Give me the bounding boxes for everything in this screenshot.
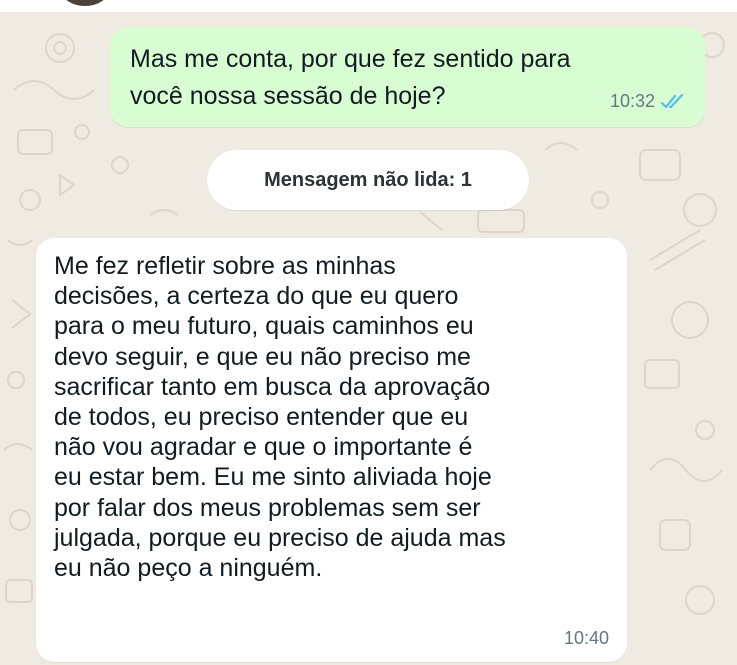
- message-meta: 10:32: [610, 91, 687, 112]
- message-line: julgada, porque eu preciso de ajuda mas: [54, 523, 506, 552]
- unread-divider-label: Mensagem não lida: 1: [264, 168, 472, 191]
- double-check-read-icon: [661, 93, 684, 108]
- outgoing-message-text: Mas me conta, por que fez sentido para v…: [130, 41, 690, 115]
- unread-messages-divider: Mensagem não lida: 1: [207, 150, 529, 210]
- message-line: para o meu futuro, quais caminhos eu: [54, 312, 474, 341]
- message-line: eu não peço a ninguém.: [54, 554, 323, 583]
- message-meta: 10:40: [564, 628, 609, 649]
- message-line: por falar dos meus problemas sem ser: [54, 493, 481, 522]
- message-line: não vou agradar e que o importante é: [54, 433, 473, 462]
- message-line: sacrificar tanto em busca da aprovação: [54, 372, 491, 401]
- message-line: decisões, a certeza do que eu quero: [54, 282, 459, 311]
- message-time: 10:40: [563, 628, 609, 648]
- message-line: Me fez refletir sobre as minhas: [54, 252, 396, 280]
- outgoing-message-bubble[interactable]: Mas me conta, por que fez sentido para v…: [110, 27, 705, 127]
- incoming-message-text: Me fez refletir sobre as minhas decisões…: [54, 251, 614, 583]
- message-time: 10:32: [609, 91, 655, 111]
- message-line: de todos, eu preciso entender que eu: [54, 403, 469, 432]
- message-line: devo seguir, e que eu não preciso me: [54, 342, 471, 371]
- message-line: você nossa sessão de hoje?: [130, 82, 446, 110]
- message-line: eu estar bem. Eu me sinto aliviada hoje: [54, 463, 492, 492]
- message-line: Mas me conta, por que fez sentido para: [130, 45, 571, 73]
- incoming-message-bubble[interactable]: Me fez refletir sobre as minhas decisões…: [36, 238, 627, 662]
- chat-header-edge: [0, 0, 737, 13]
